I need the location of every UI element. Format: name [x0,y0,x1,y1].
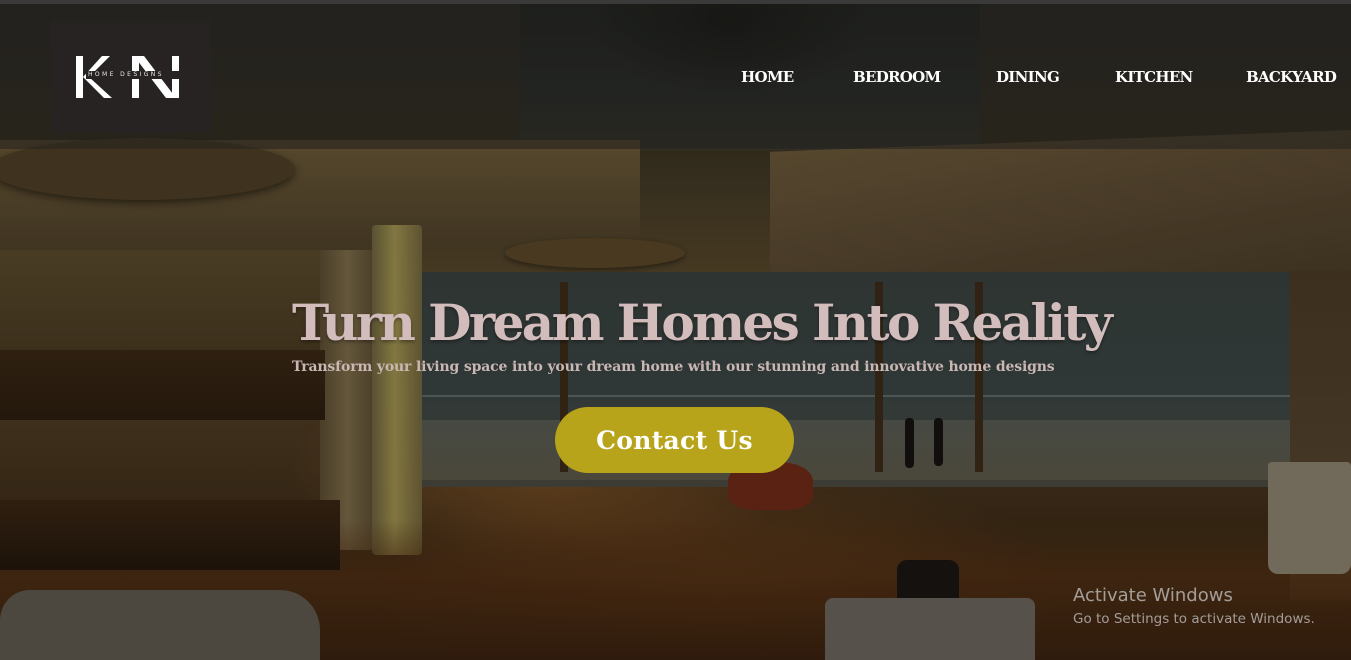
page: HOME DESIGNS HOME BEDROOM DINING KITCHEN… [0,0,1351,660]
hero-subtitle: Transform your living space into your dr… [292,359,1055,375]
nav-backyard[interactable]: BACKYARD [1246,68,1337,86]
nav-home[interactable]: HOME [741,68,794,86]
logo-subtitle: HOME DESIGNS [86,71,200,79]
contact-us-button[interactable]: Contact Us [555,407,794,473]
nav-bedroom[interactable]: BEDROOM [853,68,941,86]
browser-top-edge [0,0,1351,4]
hero-title: Turn Dream Homes Into Reality [292,293,1113,352]
activate-windows-subtitle: Go to Settings to activate Windows. [1073,611,1315,627]
nav-kitchen[interactable]: KITCHEN [1115,68,1193,86]
activate-windows-title: Activate Windows [1073,585,1233,606]
nav-dining[interactable]: DINING [996,68,1060,86]
